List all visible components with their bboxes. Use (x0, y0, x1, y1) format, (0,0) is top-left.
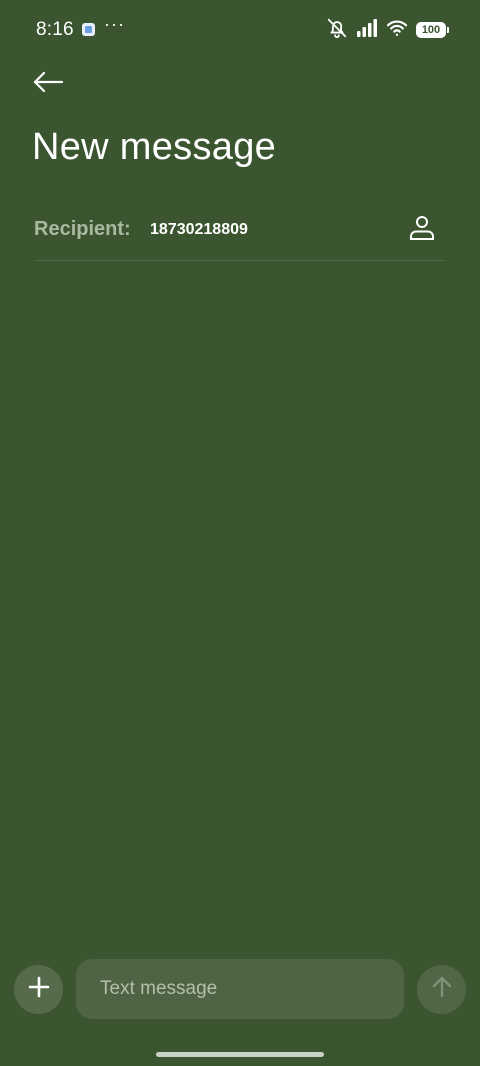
recipient-row[interactable]: Recipient: 18730218809 (34, 206, 444, 261)
recipient-chip[interactable]: 18730218809 (150, 221, 248, 239)
arrow-up-icon (430, 975, 454, 1004)
page-title: New message (32, 126, 277, 168)
composer-bar (0, 958, 480, 1020)
battery-icon: 100 (416, 22, 449, 38)
person-icon (408, 214, 436, 247)
app-notification-icon (82, 23, 95, 36)
contacts-button[interactable] (404, 212, 440, 248)
status-time: 8:16 (36, 19, 74, 40)
home-indicator (156, 1052, 324, 1057)
message-input[interactable] (76, 959, 404, 1019)
back-button[interactable] (26, 64, 70, 104)
status-icons: 100 (326, 17, 449, 44)
bell-off-icon (326, 17, 348, 44)
recipient-label: Recipient: (34, 218, 131, 240)
wifi-icon (386, 19, 408, 42)
plus-icon (27, 975, 51, 1004)
signal-icon (356, 18, 378, 43)
status-bar: 8:16 ··· 100 (0, 0, 480, 60)
arrow-left-icon (32, 70, 64, 99)
status-more-indicator: ··· (104, 14, 125, 34)
attach-button[interactable] (14, 965, 63, 1014)
send-button[interactable] (417, 965, 466, 1014)
